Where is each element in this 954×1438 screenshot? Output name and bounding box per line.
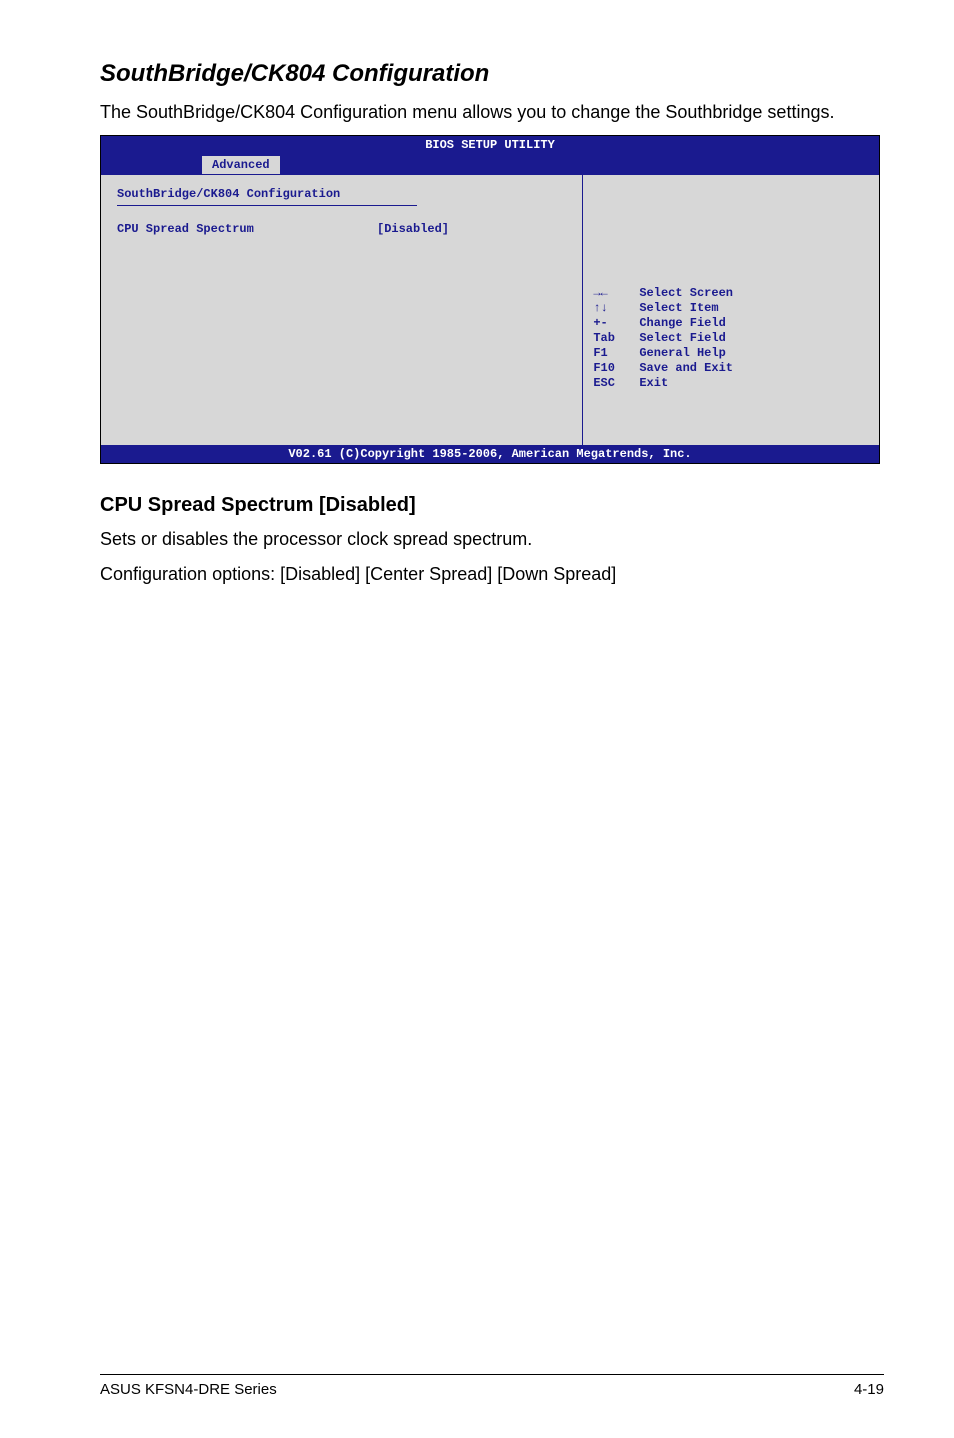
bios-topbar: BIOS SETUP UTILITY Advanced (101, 136, 879, 174)
intro-text: The SouthBridge/CK804 Configuration menu… (100, 100, 884, 125)
bios-left-panel: SouthBridge/CK804 Configuration CPU Spre… (101, 175, 583, 445)
nav-general-help: F1 General Help (593, 346, 869, 361)
bios-setting-value: [Disabled] (377, 222, 497, 236)
nav-label: General Help (639, 346, 725, 361)
nav-key: Tab (593, 331, 639, 346)
bios-divider (117, 205, 417, 206)
bios-section-label: SouthBridge/CK804 Configuration (117, 187, 566, 201)
nav-label: Save and Exit (639, 361, 733, 376)
nav-label: Select Screen (639, 286, 733, 301)
nav-key: +- (593, 316, 639, 331)
bios-footer: V02.61 (C)Copyright 1985-2006, American … (101, 445, 879, 463)
description-line-1: Sets or disables the processor clock spr… (100, 527, 884, 552)
nav-label: Change Field (639, 316, 725, 331)
page-footer: ASUS KFSN4-DRE Series 4-19 (100, 1374, 884, 1398)
section-heading: SouthBridge/CK804 Configuration (100, 60, 884, 88)
footer-left: ASUS KFSN4-DRE Series (100, 1381, 277, 1398)
bios-nav-hints: →← Select Screen ↑↓ Select Item +- Chang… (593, 286, 869, 421)
nav-label: Select Item (639, 301, 718, 316)
bios-screenshot: BIOS SETUP UTILITY Advanced SouthBridge/… (100, 135, 880, 464)
nav-key: →← (593, 286, 639, 301)
nav-key: F10 (593, 361, 639, 376)
nav-label: Select Field (639, 331, 725, 346)
nav-select-item: ↑↓ Select Item (593, 301, 869, 316)
nav-key: F1 (593, 346, 639, 361)
nav-change-field: +- Change Field (593, 316, 869, 331)
bios-setting-row: CPU Spread Spectrum [Disabled] (117, 222, 566, 236)
nav-save-exit: F10 Save and Exit (593, 361, 869, 376)
bios-right-panel: →← Select Screen ↑↓ Select Item +- Chang… (583, 175, 879, 445)
bios-setting-label: CPU Spread Spectrum (117, 222, 377, 236)
bios-tab-advanced: Advanced (201, 155, 281, 174)
sub-heading: CPU Spread Spectrum [Disabled] (100, 494, 884, 517)
nav-key: ↑↓ (593, 301, 639, 316)
description-line-2: Configuration options: [Disabled] [Cente… (100, 562, 884, 587)
bios-title: BIOS SETUP UTILITY (101, 136, 879, 152)
nav-select-field: Tab Select Field (593, 331, 869, 346)
bios-body: SouthBridge/CK804 Configuration CPU Spre… (101, 174, 879, 445)
nav-select-screen: →← Select Screen (593, 286, 869, 301)
footer-right: 4-19 (854, 1381, 884, 1398)
nav-label: Exit (639, 376, 668, 391)
nav-exit: ESC Exit (593, 376, 869, 391)
nav-key: ESC (593, 376, 639, 391)
